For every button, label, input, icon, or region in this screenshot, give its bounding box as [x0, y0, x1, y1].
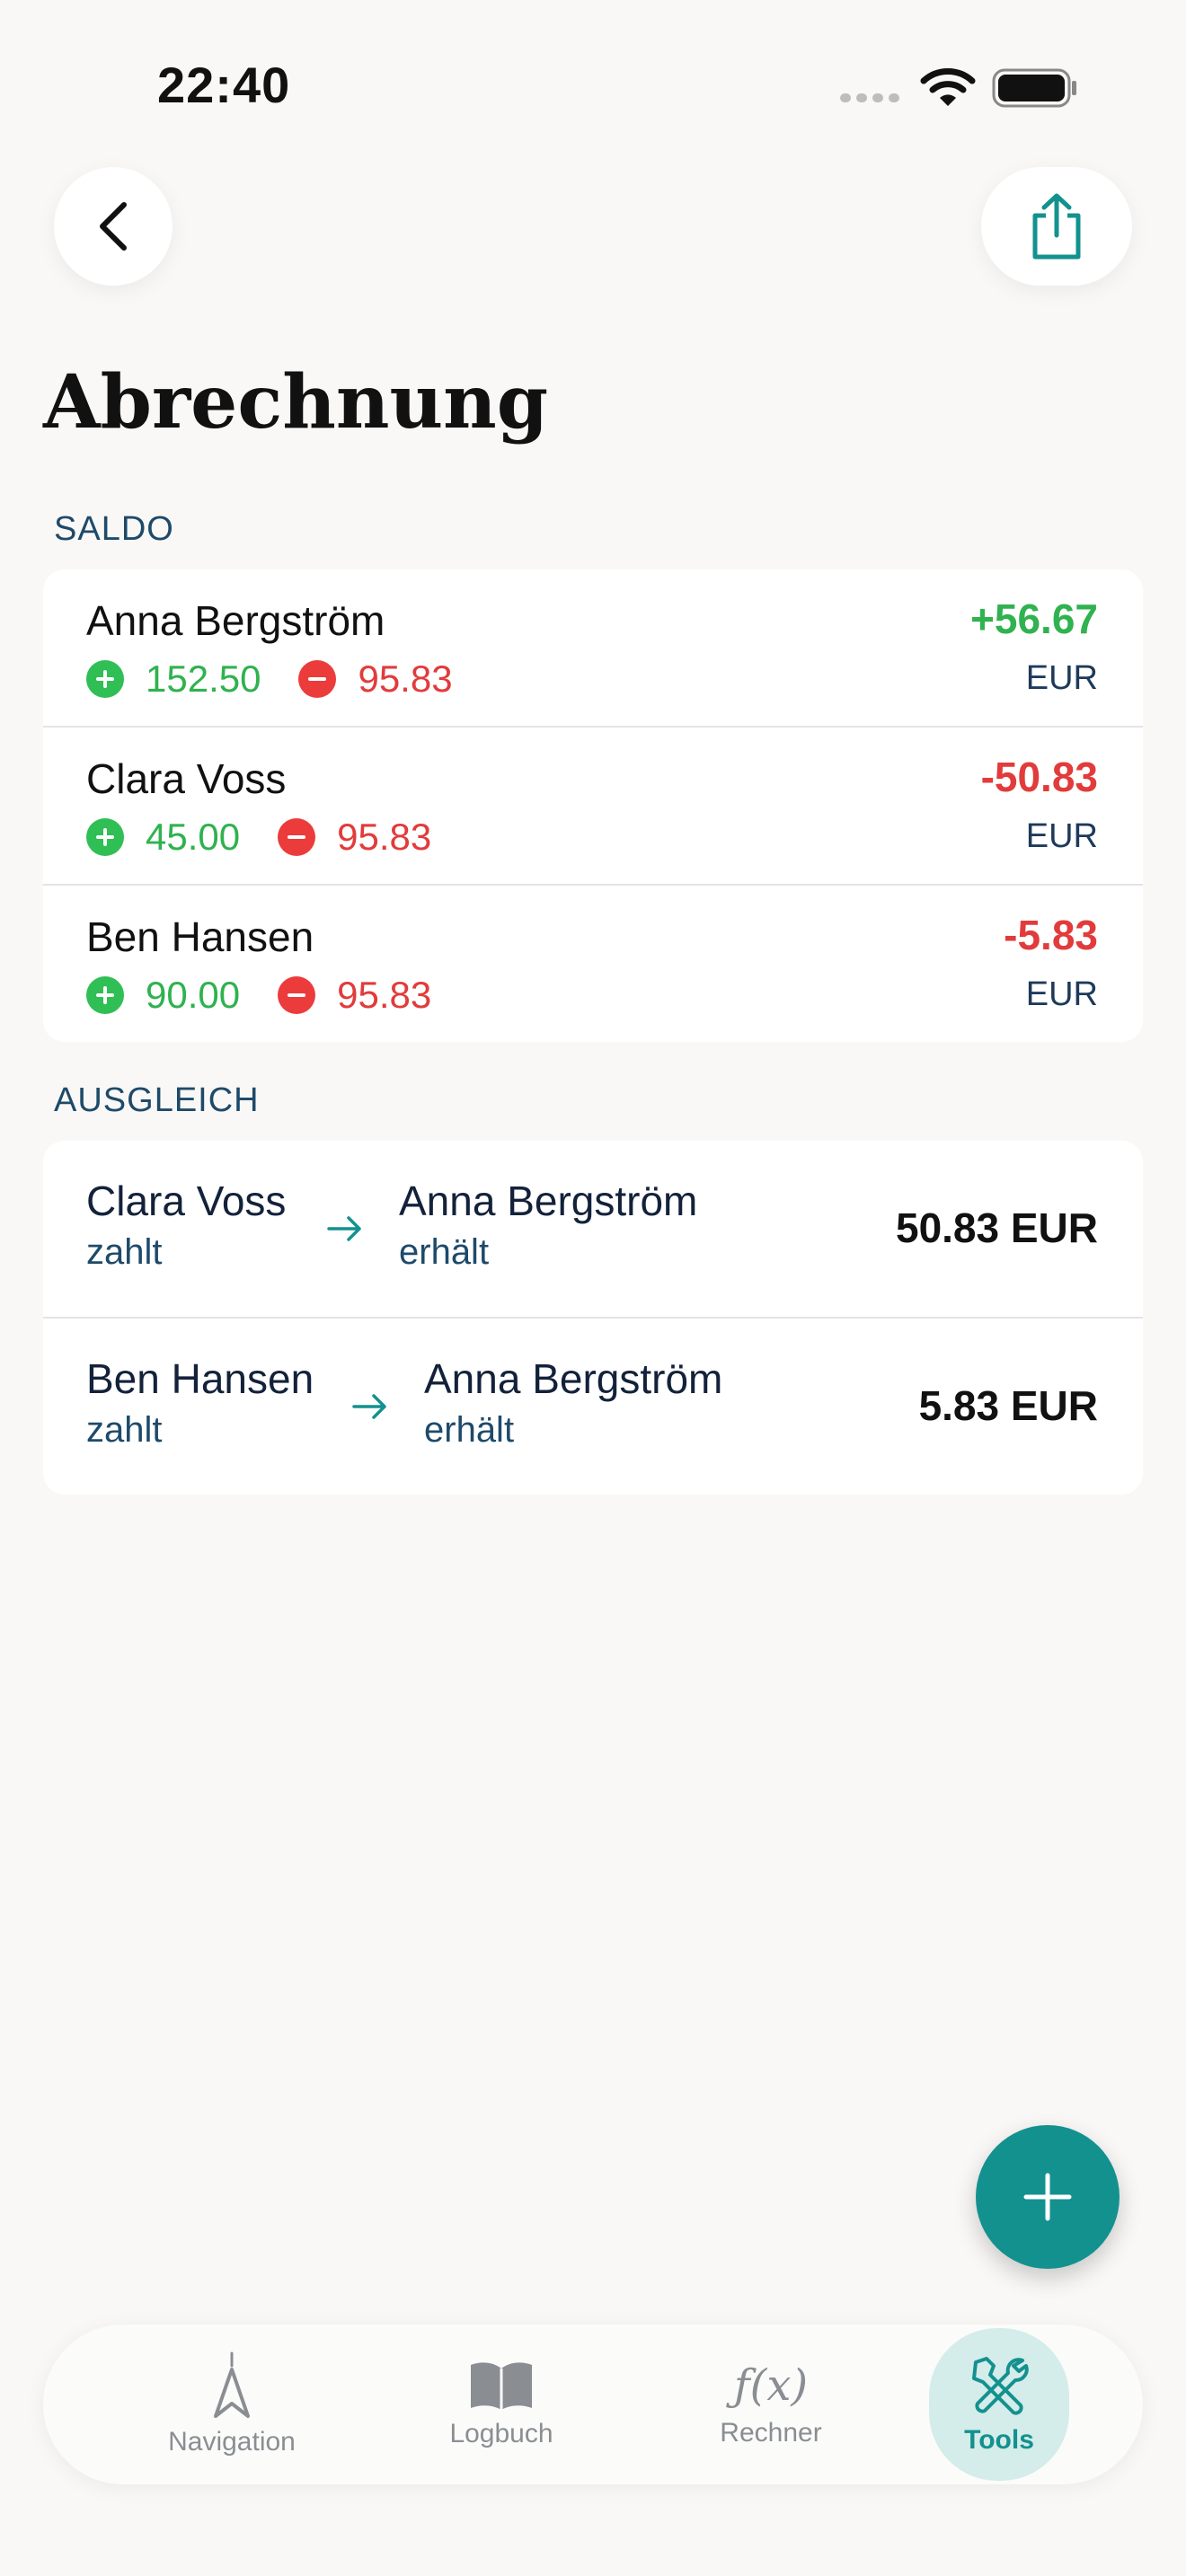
- tab-label: Navigation: [168, 2427, 296, 2457]
- person-name: Clara Voss: [86, 755, 287, 802]
- tab-rechner[interactable]: ƒ(x) Rechner: [645, 2325, 897, 2484]
- debit-amount: 95.83: [337, 974, 432, 1016]
- saldo-card: Anna Bergström 152.50 95.83 +56.67 EUR C…: [43, 569, 1143, 1042]
- ausgleich-section-label: AUSGLEICH: [54, 1081, 260, 1119]
- book-icon: [471, 2362, 532, 2410]
- ausgleich-card: Clara Voss zahlt Anna Bergström erhält 5…: [43, 1141, 1143, 1495]
- debit-amount: 95.83: [337, 816, 432, 858]
- settlement-amount: 5.83 EUR: [918, 1382, 1098, 1429]
- settlement-amount: 50.83 EUR: [895, 1204, 1098, 1251]
- person-name: Anna Bergström: [86, 597, 385, 644]
- balance-amount: -5.83: [1004, 912, 1098, 958]
- chevron-left-icon: [100, 202, 127, 251]
- arrow-right-icon: [327, 1216, 361, 1241]
- credit-amount: 45.00: [146, 816, 241, 858]
- settlement-row[interactable]: Clara Voss zahlt Anna Bergström erhält 5…: [43, 1141, 1143, 1319]
- settlement-row[interactable]: Ben Hansen zahlt Anna Bergström erhält 5…: [43, 1319, 1143, 1495]
- balance-row[interactable]: Anna Bergström 152.50 95.83 +56.67 EUR: [43, 569, 1143, 728]
- currency-label: EUR: [1025, 817, 1098, 855]
- share-icon: [1032, 193, 1081, 260]
- tools-icon: [972, 2357, 1029, 2415]
- balance-amount: +56.67: [970, 595, 1098, 642]
- tab-label: Tools: [964, 2425, 1034, 2455]
- tab-bar: Navigation Logbuch ƒ(x) Rechner Tools: [43, 2325, 1143, 2484]
- function-icon: ƒ(x): [733, 2360, 809, 2411]
- currency-label: EUR: [1025, 659, 1098, 697]
- credit-amount: 152.50: [146, 657, 261, 700]
- status-time: 22:40: [157, 57, 291, 113]
- payer-name: Ben Hansen: [86, 1355, 314, 1402]
- plus-icon: [1023, 2173, 1072, 2221]
- minus-circle-icon: [278, 818, 316, 856]
- navigation-icon: [214, 2351, 250, 2418]
- balance-row[interactable]: Clara Voss 45.00 95.83 -50.83 EUR: [43, 728, 1143, 886]
- minus-circle-icon: [298, 660, 337, 698]
- tab-tools[interactable]: Tools: [929, 2328, 1069, 2481]
- currency-label: EUR: [1025, 975, 1098, 1013]
- wifi-icon: [920, 68, 976, 106]
- back-button[interactable]: [54, 167, 173, 286]
- tab-navigation[interactable]: Navigation: [106, 2325, 358, 2484]
- add-button[interactable]: [976, 2125, 1120, 2269]
- arrow-right-icon: [352, 1394, 386, 1419]
- payee-name: Anna Bergström: [399, 1178, 698, 1224]
- payee-role: erhält: [399, 1232, 490, 1272]
- payee-role: erhält: [424, 1410, 515, 1450]
- saldo-section-label: SALDO: [54, 510, 174, 548]
- payee-name: Anna Bergström: [424, 1355, 723, 1402]
- battery-icon: [992, 68, 1076, 108]
- tab-logbuch[interactable]: Logbuch: [376, 2325, 627, 2484]
- balance-row[interactable]: Ben Hansen 90.00 95.83 -5.83 EUR: [43, 886, 1143, 1042]
- tab-label: Logbuch: [449, 2419, 553, 2448]
- share-button[interactable]: [981, 167, 1132, 286]
- debit-amount: 95.83: [358, 657, 453, 700]
- payer-role: zahlt: [86, 1410, 163, 1450]
- tab-label: Rechner: [720, 2418, 822, 2448]
- cellular-signal-icon: [840, 93, 899, 102]
- credit-amount: 90.00: [146, 974, 241, 1016]
- payer-name: Clara Voss: [86, 1178, 287, 1224]
- minus-circle-icon: [278, 976, 316, 1014]
- person-name: Ben Hansen: [86, 913, 314, 960]
- payer-role: zahlt: [86, 1232, 163, 1272]
- plus-circle-icon: [86, 976, 124, 1014]
- plus-circle-icon: [86, 660, 124, 698]
- page-title: Abrechnung: [43, 359, 549, 446]
- balance-amount: -50.83: [980, 754, 1098, 800]
- plus-circle-icon: [86, 818, 124, 856]
